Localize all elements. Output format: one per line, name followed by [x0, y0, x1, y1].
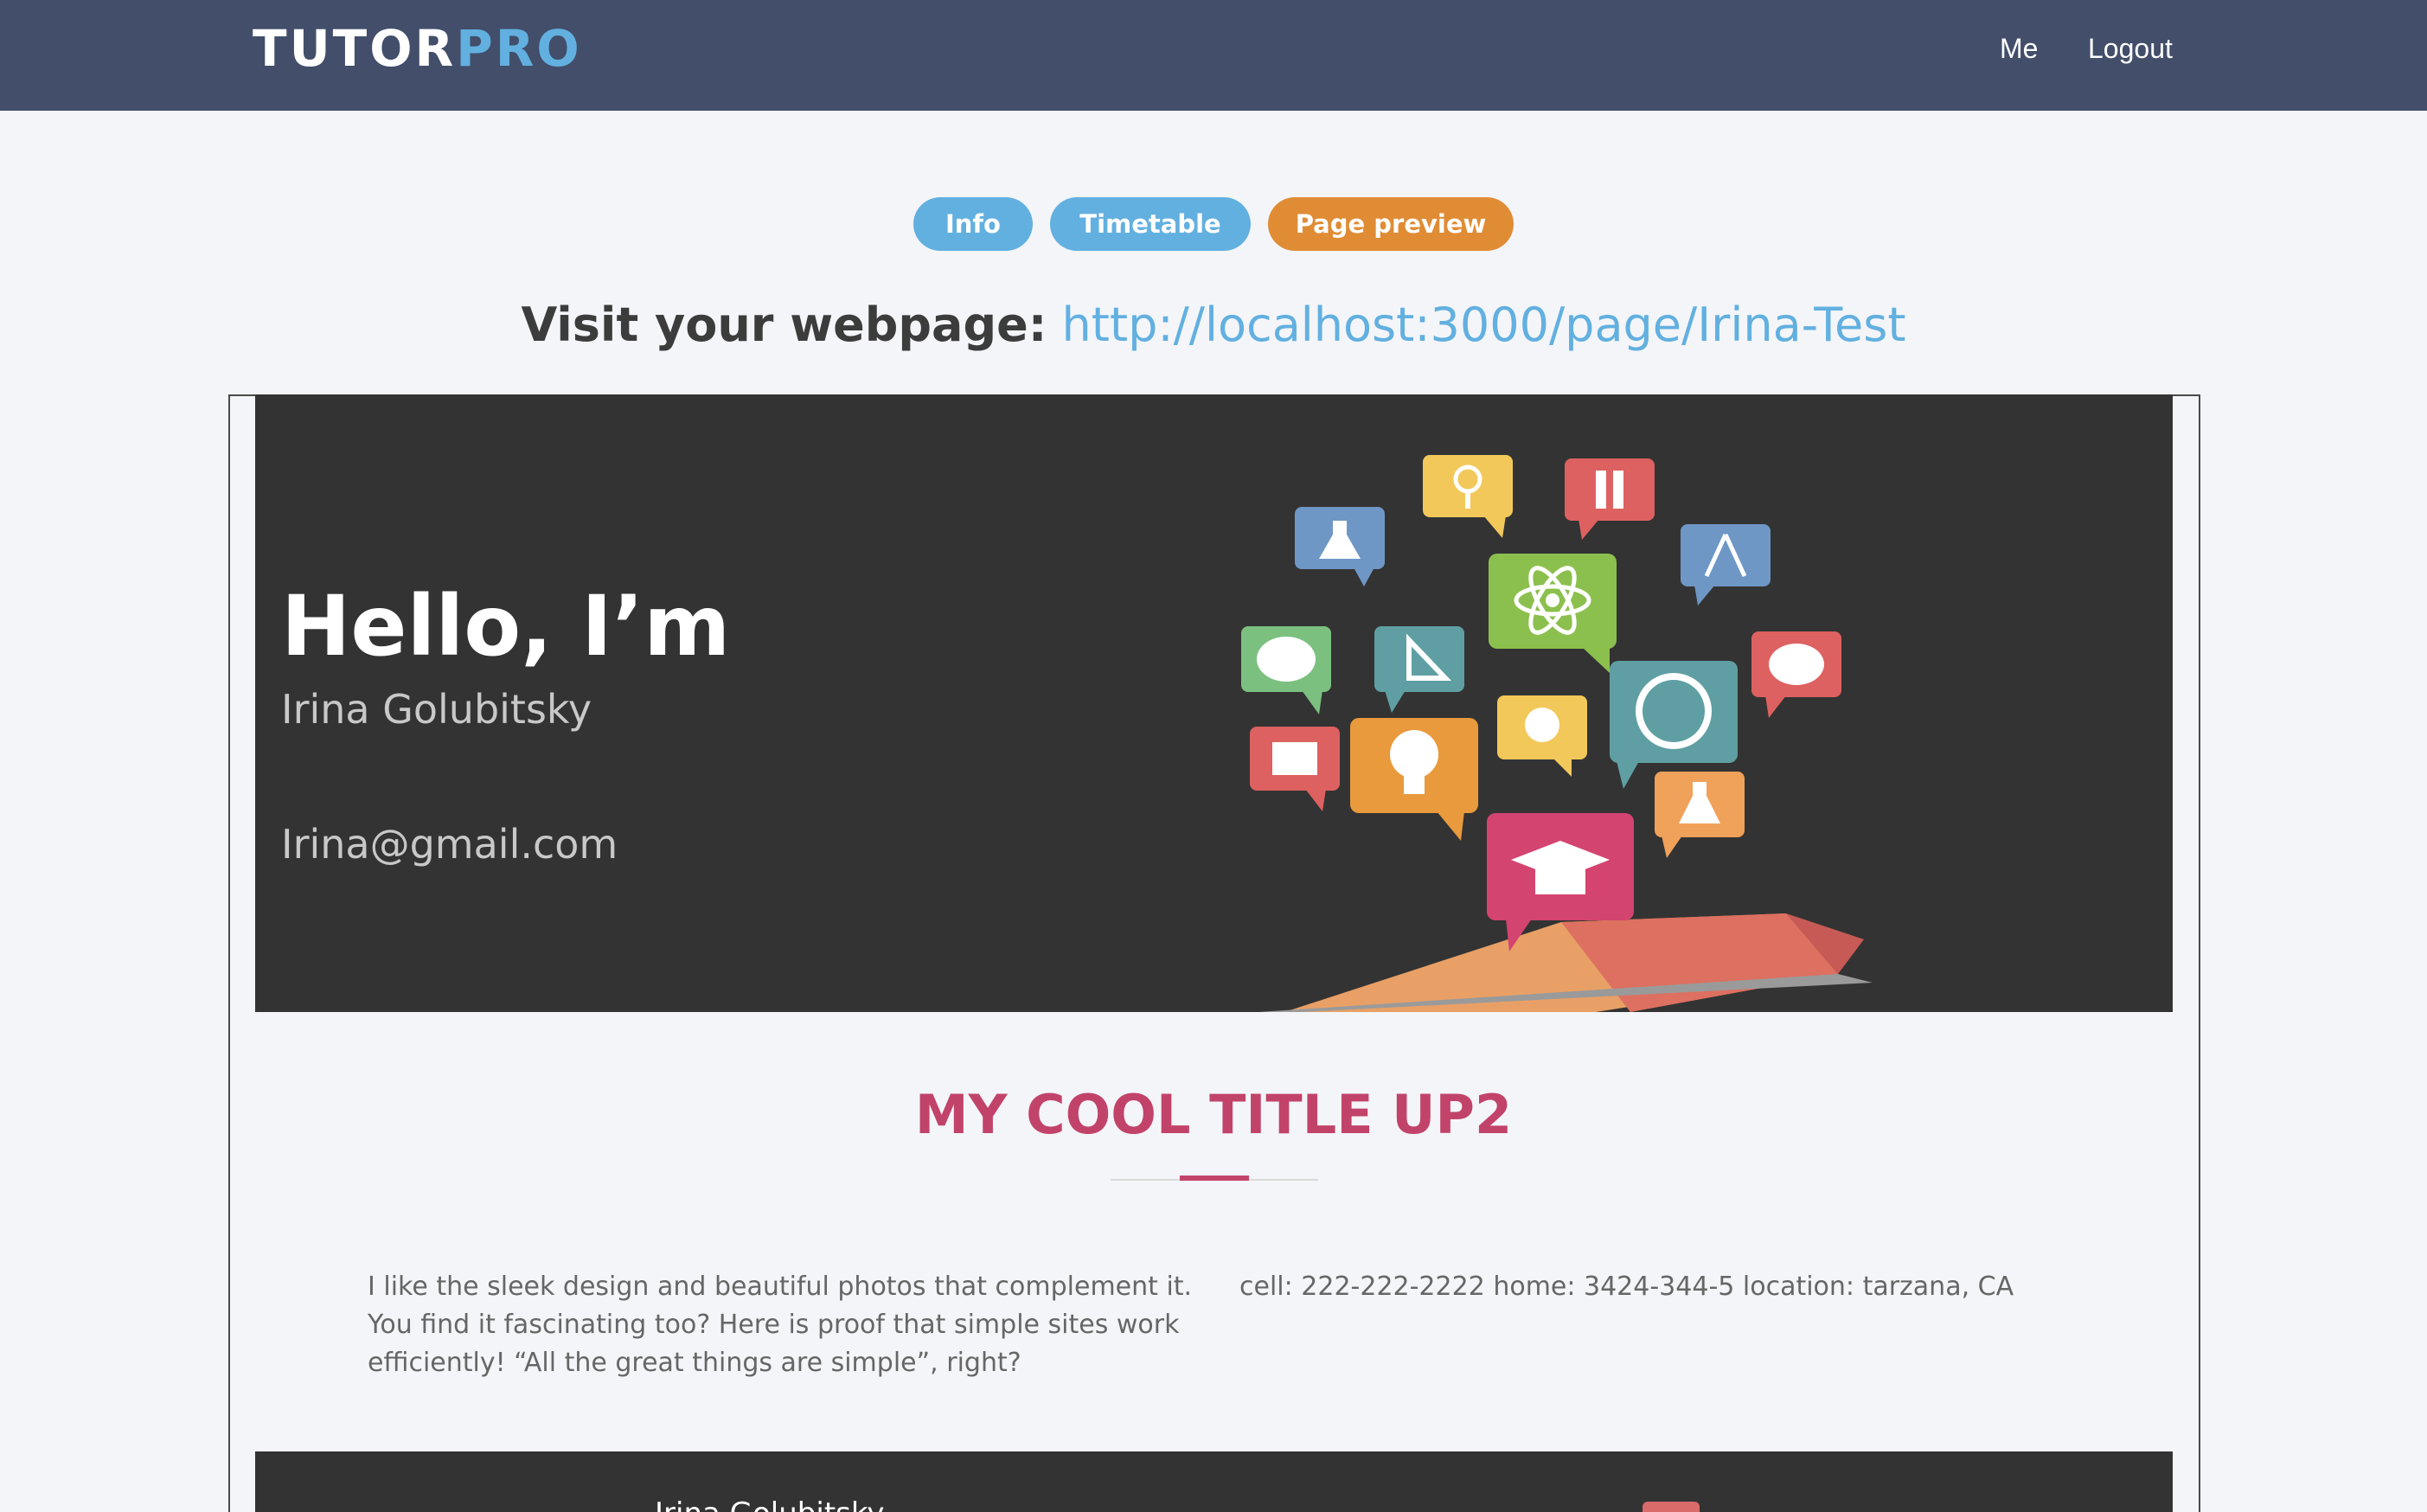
palette-bubble-icon [1241, 626, 1331, 714]
section-title: MY COOL TITLE UP2 [914, 1083, 1513, 1146]
nav-me-link[interactable]: Me [2000, 31, 2038, 66]
hero-banner: Hello, I’m Irina Golubitsky Irina@gmail.… [255, 394, 2173, 1012]
flask-bubble-icon [1295, 507, 1385, 586]
footer-preview: Irina Golubitsky [255, 1451, 2173, 1512]
visit-label: Visit your webpage: [521, 298, 1047, 352]
about-text: I like the sleek design and beautiful ph… [368, 1272, 1193, 1378]
tutorpro-logo[interactable]: TUTORPRO [253, 17, 582, 80]
pencils-bubble-icon [1565, 458, 1655, 540]
logo-text-pro: PRO [456, 19, 582, 78]
small-globe-bubble-icon [1497, 695, 1587, 777]
triangle-ruler-bubble-icon [1374, 626, 1464, 713]
visit-webpage-line: Visit your webpage: http://localhost:300… [0, 291, 2427, 360]
top-navbar: TUTORPRO Me Logout [0, 0, 2427, 111]
title-divider-accent [1180, 1176, 1249, 1181]
logo-text-tutor: TUTOR [253, 19, 457, 78]
tab-info[interactable]: Info [913, 197, 1033, 251]
hero-email: Irina@gmail.com [281, 821, 618, 868]
nav-logout-link[interactable]: Logout [2088, 31, 2173, 66]
footer-image-fragment [1643, 1502, 1700, 1512]
flask-orange-bubble-icon [1655, 772, 1745, 858]
contact-info: cell: 222-222-2222 home: 3424-344-5 loca… [1239, 1272, 2014, 1302]
hero-greeting: Hello, I’m [281, 578, 731, 675]
magnifier-bubble-icon [1423, 455, 1513, 538]
webpage-url-link[interactable]: http://localhost:3000/page/Irina-Test [1062, 298, 1906, 352]
compass-bubble-icon [1681, 524, 1771, 605]
education-icons-illustration [1241, 455, 1873, 1012]
hero-name: Irina Golubitsky [281, 686, 592, 733]
tab-timetable[interactable]: Timetable [1050, 197, 1251, 251]
palette-red-bubble-icon [1751, 631, 1841, 718]
atom-bubble-icon [1489, 554, 1617, 673]
lightbulb-bubble-icon [1350, 718, 1478, 841]
tab-page-preview[interactable]: Page preview [1268, 197, 1514, 251]
book-bubble-icon [1250, 727, 1340, 811]
footer-name: Irina Golubitsky [655, 1496, 884, 1512]
globe-bubble-icon [1610, 661, 1738, 789]
